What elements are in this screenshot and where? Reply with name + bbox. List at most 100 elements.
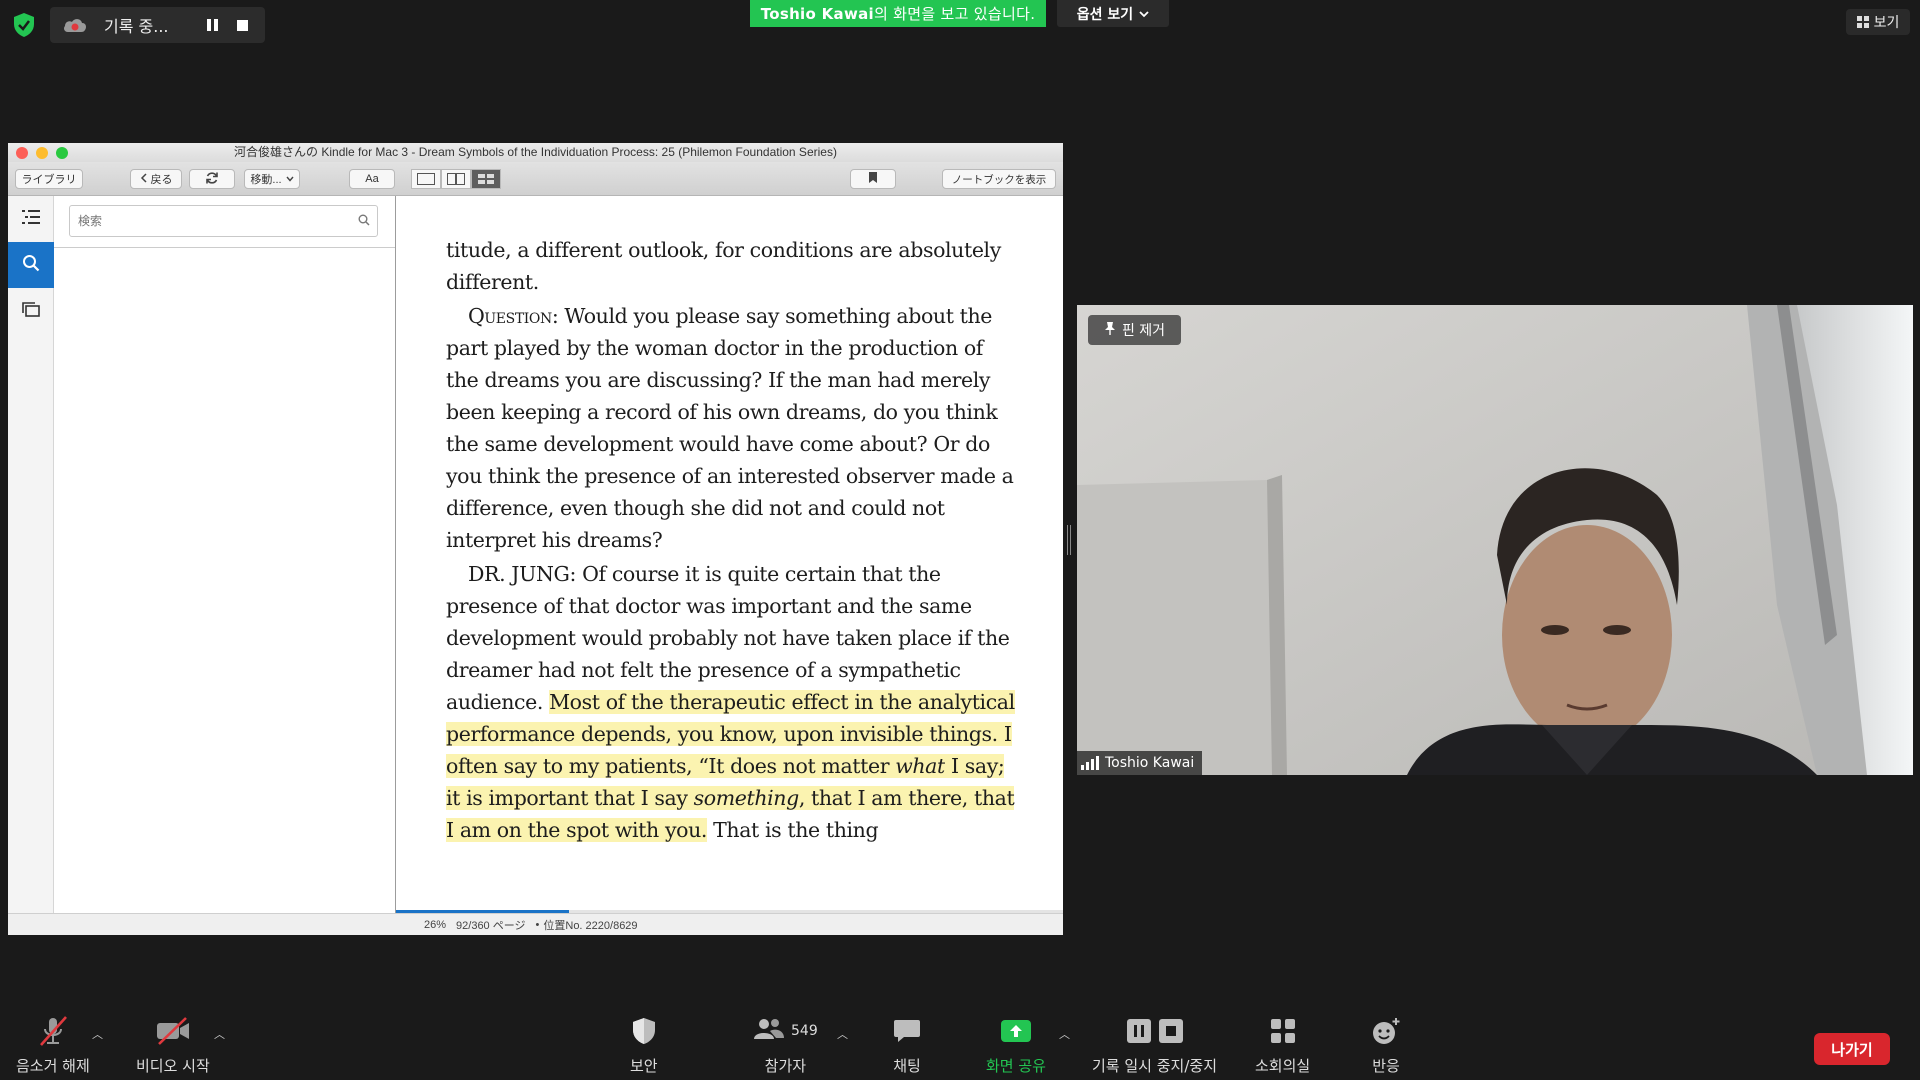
pause-stop-recording-button[interactable]: 기록 일시 중지/중지 — [1092, 1011, 1217, 1076]
emoji-reaction-icon — [1371, 1011, 1401, 1051]
recording-indicator: 기록 중... — [50, 7, 265, 43]
search-icon — [358, 214, 370, 229]
grid-view-icon — [1856, 16, 1869, 28]
chevron-left-icon — [140, 172, 147, 186]
participant-name: Toshio Kawai — [1105, 755, 1195, 771]
show-notebook-button[interactable]: ノートブックを表示 — [942, 169, 1056, 189]
single-page-icon — [417, 173, 435, 185]
search-panel — [54, 196, 396, 913]
kindle-toolbar: ライブラリ 戻る 移動... Aa ノートブックを表示 — [8, 162, 1063, 196]
share-screen-label: 화면 공유 — [986, 1057, 1046, 1075]
back-button[interactable]: 戻る — [130, 169, 182, 189]
breakout-rooms-button[interactable]: 소회의실 — [1255, 1011, 1310, 1076]
video-options-caret-icon[interactable]: ︿ — [214, 1026, 225, 1042]
paragraph-answer: DR. JUNG: Of course it is quite certain … — [446, 558, 1018, 846]
participants-caret-icon[interactable]: ︿ — [837, 1026, 848, 1042]
flashcards-button[interactable] — [8, 288, 54, 334]
reading-percent: 26% — [424, 918, 447, 931]
participant-video-tile[interactable]: 핀 제거 Toshio Kawai — [1077, 305, 1913, 775]
shield-icon — [631, 1011, 657, 1051]
muted-mic-icon — [36, 1011, 70, 1051]
paragraph-question: Question: Would you please say something… — [446, 300, 1018, 556]
leave-label: 나가기 — [1831, 1040, 1873, 1059]
back-button-label: 戻る — [150, 174, 173, 186]
bookmark-icon — [868, 171, 878, 187]
chat-bubble-icon — [893, 1011, 921, 1051]
chevron-down-icon — [1139, 6, 1149, 22]
bookmark-button[interactable] — [850, 169, 896, 189]
question-text: : Would you please say something about t… — [446, 304, 1014, 552]
share-options-caret-icon[interactable]: ︿ — [1059, 1026, 1070, 1042]
toc-button[interactable] — [8, 196, 54, 242]
highlight-italic-what[interactable]: what — [895, 754, 945, 778]
cloud-record-icon — [62, 15, 88, 35]
kindle-sidebar-rail — [8, 196, 54, 913]
audio-options-caret-icon[interactable]: ︿ — [92, 1026, 103, 1042]
cards-icon — [21, 301, 41, 321]
unpin-button[interactable]: 핀 제거 — [1088, 315, 1181, 345]
kindle-search-input[interactable] — [78, 214, 348, 228]
two-page-view-button[interactable] — [441, 169, 471, 189]
share-banner-suffix: 의 화면을 보고 있습니다. — [874, 5, 1036, 23]
security-shield-icon[interactable] — [12, 12, 36, 38]
participants-label: 참가자 — [764, 1057, 807, 1075]
breakout-rooms-label: 소회의실 — [1255, 1057, 1311, 1075]
participant-count: 549 — [791, 1023, 818, 1039]
library-button[interactable]: ライブラリ — [15, 169, 83, 189]
view-layout-button[interactable]: 보기 — [1846, 9, 1910, 35]
screen-share-banner: Toshio Kawai 의 화면을 보고 있습니다. — [750, 0, 1046, 27]
start-video-button[interactable]: 비디오 시작 — [136, 1011, 210, 1076]
font-settings-button[interactable]: Aa — [349, 169, 395, 189]
participants-button[interactable]: 549 참가자 — [753, 1011, 818, 1076]
stop-recording-button[interactable] — [230, 13, 254, 37]
kindle-titlebar: 河合俊雄さんの Kindle for Mac 3 - Dream Symbols… — [8, 143, 1063, 162]
kindle-search-field[interactable] — [69, 205, 378, 237]
share-screen-icon — [1000, 1011, 1032, 1051]
view-options-button[interactable]: 옵션 보기 — [1057, 0, 1169, 27]
security-button[interactable]: 보안 — [630, 1011, 658, 1076]
stop-icon — [236, 19, 248, 31]
recording-label: 기록 중... — [104, 17, 169, 36]
answer-text-end: That is the thing — [707, 818, 879, 842]
grid-view-button[interactable] — [471, 169, 501, 189]
chat-button[interactable]: 채팅 — [893, 1011, 921, 1076]
leave-meeting-button[interactable]: 나가기 — [1814, 1033, 1890, 1065]
connection-signal-icon — [1081, 756, 1099, 770]
single-page-view-button[interactable] — [411, 169, 441, 189]
goto-dropdown[interactable]: 移動... — [244, 169, 300, 189]
sync-button[interactable] — [189, 169, 235, 189]
chat-label: 채팅 — [893, 1057, 921, 1075]
page-count: 92/360 ページ — [456, 919, 526, 932]
reactions-label: 반응 — [1372, 1057, 1400, 1075]
highlight-italic-something[interactable]: something — [693, 786, 799, 810]
location-number: 位置No. 2220/8629 — [543, 919, 638, 932]
minimize-window-icon[interactable] — [36, 147, 48, 159]
kindle-statusbar: 26% 92/360 ページ • 位置No. 2220/8629 — [8, 913, 1063, 935]
unmute-button[interactable]: 음소거 해제 — [16, 1011, 90, 1076]
library-button-label: ライブラリ — [21, 174, 77, 186]
split-view-handle[interactable] — [1067, 525, 1071, 555]
participants-icon — [753, 1017, 785, 1045]
goto-dropdown-label: 移動... — [250, 174, 282, 186]
reactions-button[interactable]: 반응 — [1371, 1011, 1401, 1076]
share-screen-button[interactable]: 화면 공유 — [986, 1011, 1046, 1076]
close-window-icon[interactable] — [16, 147, 28, 159]
video-off-icon — [155, 1011, 191, 1051]
pause-stop-recording-icon — [1125, 1011, 1185, 1051]
status-bullet: • — [535, 918, 540, 931]
pause-recording-button[interactable] — [200, 13, 224, 37]
zoom-window-icon[interactable] — [56, 147, 68, 159]
question-label: Question — [468, 304, 552, 328]
reading-pane[interactable]: titude, a different outlook, for conditi… — [396, 196, 1063, 913]
participant-video-feed — [1077, 305, 1913, 775]
unpin-label: 핀 제거 — [1121, 323, 1166, 339]
search-panel-button[interactable] — [8, 242, 54, 288]
start-video-label: 비디오 시작 — [136, 1057, 210, 1075]
book-page-text[interactable]: titude, a different outlook, for conditi… — [446, 234, 1018, 848]
participant-name-tag: Toshio Kawai — [1077, 751, 1203, 775]
unmute-label: 음소거 해제 — [16, 1057, 90, 1075]
kindle-window: 河合俊雄さんの Kindle for Mac 3 - Dream Symbols… — [8, 143, 1063, 935]
grid-page-icon — [478, 174, 494, 184]
pin-icon — [1104, 321, 1116, 339]
two-page-icon — [447, 173, 465, 185]
